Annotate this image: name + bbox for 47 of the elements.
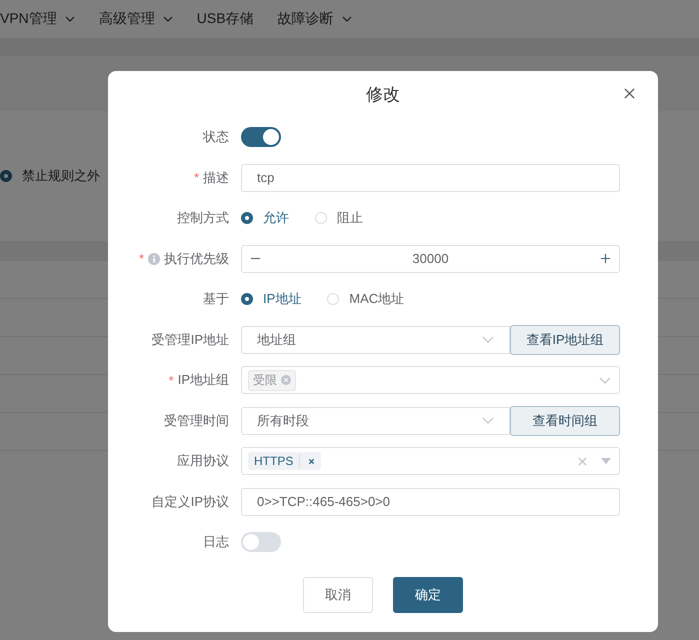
text-field[interactable]: 0>>TCP::465-465>0>0 <box>241 488 620 516</box>
toggle-switch[interactable] <box>241 127 281 148</box>
multi-select-field[interactable]: HTTPS <box>241 447 620 476</box>
field-label: 执行优先级 <box>164 250 229 268</box>
radio-option[interactable]: 允许 <box>241 209 289 228</box>
chevron-down-icon <box>342 16 352 22</box>
select-field[interactable]: 地址组 <box>241 326 510 354</box>
required-asterisk: * <box>168 372 174 388</box>
select-field[interactable]: 所有时段 <box>241 406 510 435</box>
radio-option[interactable]: MAC地址 <box>327 290 404 308</box>
field-label: 日志 <box>203 533 229 552</box>
field-label: 状态 <box>203 128 229 146</box>
required-asterisk: * <box>138 251 144 266</box>
field-label: 基于 <box>203 290 229 308</box>
view-group-button[interactable]: 查看IP地址组 <box>510 324 620 355</box>
radio-option[interactable]: 禁止规则之外 <box>0 167 100 185</box>
dialog-title: 修改 <box>366 84 400 106</box>
number-stepper[interactable]: 30000 <box>241 244 620 273</box>
field-label: 应用协议 <box>177 452 229 470</box>
chevron-down-icon <box>162 16 173 22</box>
chevron-down-icon <box>64 16 75 22</box>
cancel-button[interactable]: 取消 <box>303 576 373 612</box>
close-icon[interactable] <box>624 88 635 99</box>
nav-menu-item[interactable]: USB存储 <box>196 10 254 28</box>
nav-menu-item[interactable]: VPN管理 <box>0 10 75 28</box>
chevron-down-icon <box>482 336 494 344</box>
toggle-switch[interactable] <box>241 532 281 552</box>
chevron-down-icon <box>482 417 494 424</box>
confirm-button[interactable]: 确定 <box>393 576 463 612</box>
view-group-button[interactable]: 查看时间组 <box>510 406 620 436</box>
radio-option[interactable]: 阻止 <box>315 209 363 228</box>
selected-tag: HTTPS <box>248 452 322 470</box>
nav-menu-item[interactable]: 故障诊断 <box>278 10 352 28</box>
field-label: IP地址组 <box>178 371 229 390</box>
text-field[interactable]: tcp <box>241 164 620 192</box>
radio-option[interactable]: IP地址 <box>241 290 302 308</box>
plus-icon[interactable] <box>600 253 611 264</box>
selected-tag: 受限 <box>248 370 296 391</box>
required-asterisk: * <box>194 170 199 186</box>
field-label: 受管理IP地址 <box>152 330 229 349</box>
field-label: 描述 <box>203 168 229 187</box>
field-label: 受管理时间 <box>164 412 229 430</box>
chevron-down-icon <box>599 376 611 384</box>
field-label: 自定义IP协议 <box>152 492 229 511</box>
remove-tag-icon[interactable] <box>308 458 316 465</box>
field-label: 控制方式 <box>177 209 229 228</box>
nav-menu-item[interactable]: 高级管理 <box>98 10 173 28</box>
